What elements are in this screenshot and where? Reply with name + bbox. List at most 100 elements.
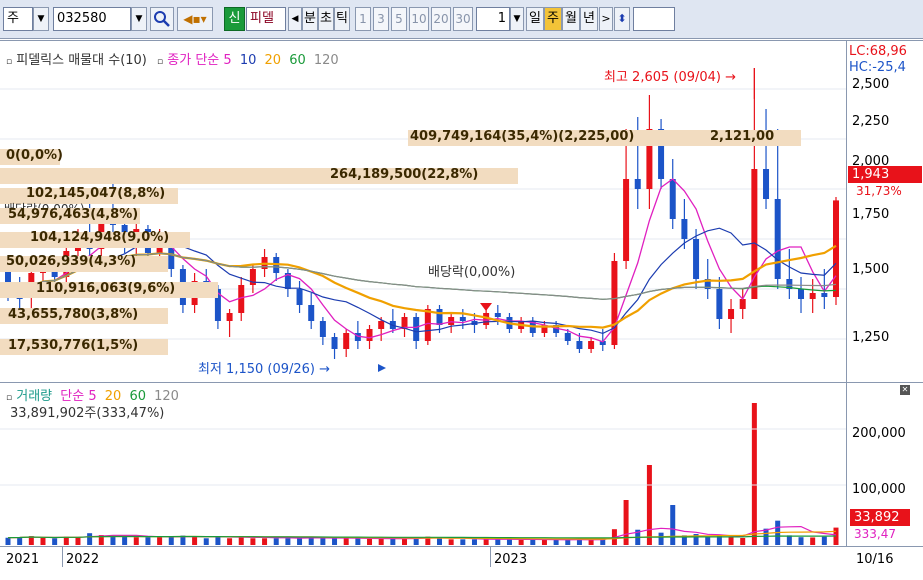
period-month-label: 월 bbox=[565, 11, 577, 26]
volume-bar bbox=[203, 538, 209, 545]
volume-bar bbox=[17, 537, 23, 545]
candle-body bbox=[296, 289, 303, 305]
search-icon[interactable] bbox=[150, 7, 174, 31]
volume-bar bbox=[705, 536, 711, 545]
legend-ma20: 20 bbox=[264, 53, 282, 68]
period-month-button[interactable]: 월 bbox=[562, 7, 580, 31]
lc-label: LC:68,96 bbox=[849, 44, 907, 59]
count-input[interactable]: 1 bbox=[476, 7, 510, 31]
volume-bar bbox=[285, 538, 291, 545]
interval-3-button[interactable]: 3 bbox=[373, 7, 389, 31]
candle-body bbox=[576, 341, 583, 349]
x-axis: 2021 2022 2023 10/16 bbox=[0, 546, 923, 580]
market-value: 주 bbox=[7, 11, 19, 26]
legend-ma10: 10 bbox=[239, 53, 257, 68]
updown-icon[interactable]: ⬍ bbox=[614, 7, 630, 31]
candle-body bbox=[448, 317, 455, 325]
volume-bar bbox=[530, 539, 536, 545]
panel-close-icon[interactable]: ✕ bbox=[900, 385, 910, 395]
period-day-button[interactable]: 일 bbox=[526, 7, 544, 31]
profile-label: 17,530,776(1,5%) bbox=[8, 338, 139, 353]
candle-body bbox=[634, 179, 641, 189]
interval-10-button[interactable]: 10 bbox=[409, 7, 429, 31]
interval-10-label: 10 bbox=[411, 12, 427, 26]
volume-bar bbox=[565, 539, 571, 545]
period-week-label: 주 bbox=[547, 11, 559, 26]
volume-bar bbox=[658, 532, 664, 545]
count-dropdown-icon[interactable]: ▼ bbox=[510, 7, 524, 31]
candle-body bbox=[366, 329, 373, 341]
count-value: 1 bbox=[497, 11, 506, 26]
period-minute-button[interactable]: 분 bbox=[302, 7, 318, 31]
interval-20-button[interactable]: 20 bbox=[431, 7, 451, 31]
stock-name-field[interactable]: 피델 bbox=[246, 7, 286, 31]
period-year-button[interactable]: 년 bbox=[580, 7, 598, 31]
period-second-button[interactable]: 초 bbox=[318, 7, 334, 31]
volume-bar bbox=[390, 538, 396, 545]
interval-1-button[interactable]: 1 bbox=[355, 7, 371, 31]
volume-bar bbox=[355, 538, 361, 545]
period-minute-label: 분 bbox=[304, 11, 316, 26]
volume-bar bbox=[786, 535, 792, 545]
sound-icon[interactable]: ◀▪▾ bbox=[177, 7, 213, 31]
volume-bar bbox=[402, 538, 408, 545]
dividend-arrow-icon bbox=[480, 303, 492, 311]
market-select[interactable]: 주 bbox=[3, 7, 33, 31]
y-tick: 2,250 bbox=[852, 114, 890, 129]
scroll-right-icon[interactable]: > bbox=[599, 7, 613, 31]
volume-bar bbox=[728, 537, 734, 545]
interval-1-label: 1 bbox=[359, 12, 367, 26]
profile-label: 2,121,00 bbox=[710, 129, 775, 144]
volume-bar bbox=[215, 536, 221, 545]
volume-tick: 200,000 bbox=[852, 426, 906, 441]
volume-bar bbox=[250, 538, 256, 545]
volume-bar bbox=[553, 539, 559, 545]
high-annotation: 최고 2,605 (09/04) → bbox=[604, 70, 737, 85]
interval-30-label: 30 bbox=[455, 12, 471, 26]
current-price-box: 1,943 bbox=[848, 166, 922, 183]
x-label-2023: 2023 bbox=[494, 552, 528, 567]
market-dropdown-icon[interactable]: ▼ bbox=[33, 7, 49, 31]
candle-body bbox=[308, 305, 315, 321]
period-year-label: 년 bbox=[583, 11, 595, 26]
candle-body bbox=[319, 321, 326, 337]
last-volume-box: 33,892 bbox=[850, 509, 910, 526]
candle-body bbox=[588, 341, 595, 349]
volume-bar bbox=[541, 539, 547, 545]
volume-bar bbox=[810, 537, 816, 545]
volume-bar bbox=[332, 538, 338, 545]
volume-bar bbox=[192, 536, 198, 545]
y-tick: 1,500 bbox=[852, 262, 890, 277]
code-dropdown-icon[interactable]: ▼ bbox=[131, 7, 147, 31]
period-day-label: 일 bbox=[529, 11, 541, 26]
stock-name-text: 피델 bbox=[250, 11, 274, 26]
candle-body bbox=[611, 261, 618, 345]
candle-body bbox=[424, 309, 431, 341]
scroll-left-icon[interactable]: ◀ bbox=[288, 7, 302, 31]
volume-bar bbox=[273, 538, 279, 545]
volume-tick: 100,000 bbox=[852, 482, 906, 497]
volume-bar bbox=[588, 539, 594, 545]
x-divider bbox=[490, 547, 491, 567]
candle-body bbox=[623, 179, 630, 261]
volume-bar bbox=[670, 505, 676, 545]
candle-body bbox=[833, 200, 839, 297]
profile-label: 50,026,939(4,3%) bbox=[6, 254, 137, 269]
toolbar: 주 ▼ 032580 ▼ ◀▪▾ 신 피델 ◀ 분 초 틱 1 3 5 10 2… bbox=[0, 0, 923, 39]
volume-bar bbox=[157, 537, 163, 545]
profile-label: 54,976,463(4,8%) bbox=[8, 207, 139, 222]
profile-label: 104,124,948(9,0%) bbox=[30, 230, 170, 245]
extra-input[interactable] bbox=[633, 7, 675, 31]
stock-code-input[interactable]: 032580 bbox=[53, 7, 131, 31]
period-tick-button[interactable]: 틱 bbox=[334, 7, 350, 31]
candle-body bbox=[728, 309, 735, 319]
volume-bar bbox=[646, 465, 652, 545]
interval-5-button[interactable]: 5 bbox=[391, 7, 407, 31]
candle-body bbox=[693, 239, 700, 279]
interval-30-button[interactable]: 30 bbox=[453, 7, 473, 31]
low-arrow-icon bbox=[378, 364, 386, 372]
candle-body bbox=[774, 199, 781, 279]
interval-5-label: 5 bbox=[395, 12, 403, 26]
candle-body bbox=[716, 289, 723, 319]
period-week-button[interactable]: 주 bbox=[544, 7, 562, 31]
